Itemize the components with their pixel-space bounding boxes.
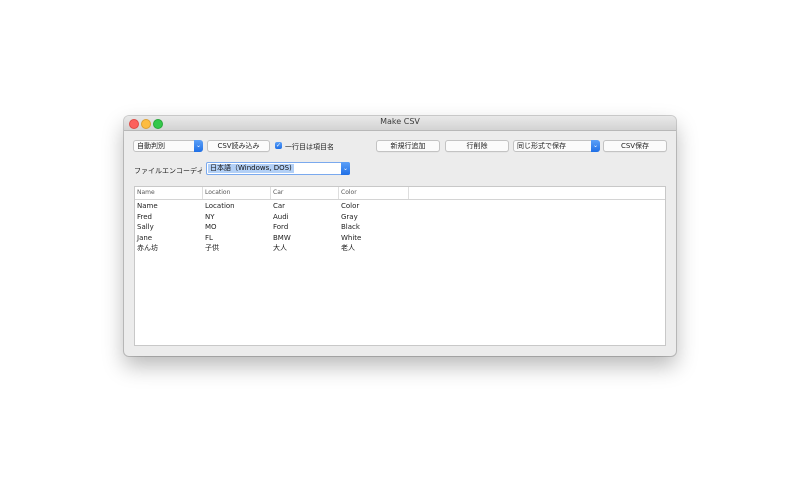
table-cell[interactable]: Black: [339, 222, 360, 232]
table-cell[interactable]: Audi: [271, 212, 289, 222]
table-cell[interactable]: Car: [271, 201, 285, 211]
chevron-down-icon: ⌄: [194, 140, 203, 152]
delete-row-button[interactable]: 行削除: [445, 140, 509, 152]
table-cell[interactable]: Name: [135, 201, 158, 211]
column-header-color[interactable]: Color: [339, 187, 409, 199]
encoding-value: 日本語（Windows, DOS): [208, 164, 294, 173]
table-row[interactable]: 赤ん坊 子供 大人 老人: [135, 243, 665, 253]
column-header-name[interactable]: Name: [135, 187, 203, 199]
table-cell[interactable]: Ford: [271, 222, 288, 232]
table-cell[interactable]: 大人: [271, 243, 287, 253]
table-header: Name Location Car Color: [135, 187, 665, 200]
table-row[interactable]: Fred NY Audi Gray: [135, 212, 665, 222]
header-row-checkbox-label: 一行目は項目名: [285, 143, 334, 151]
window-title: Make CSV: [380, 117, 420, 126]
save-format-popup[interactable]: 同じ形式で保存 ⌄: [513, 140, 600, 152]
chevron-down-icon: ⌄: [341, 162, 350, 175]
table-cell[interactable]: BMW: [271, 233, 291, 243]
encoding-label-colon: :: [200, 165, 203, 173]
table-cell[interactable]: 老人: [339, 243, 355, 253]
add-row-button[interactable]: 新規行追加: [376, 140, 440, 152]
column-header-car[interactable]: Car: [271, 187, 339, 199]
title-bar[interactable]: Make CSV: [124, 116, 676, 131]
table-cell[interactable]: 子供: [203, 243, 219, 253]
detect-encoding-popup[interactable]: 自動判別 ⌄: [133, 140, 203, 152]
csv-table[interactable]: Name Location Car Color Name Location Ca…: [134, 186, 666, 346]
table-cell[interactable]: Fred: [135, 212, 152, 222]
checkmark-icon: ✓: [275, 142, 282, 149]
table-cell[interactable]: Jane: [135, 233, 152, 243]
table-cell[interactable]: Gray: [339, 212, 358, 222]
table-cell[interactable]: 赤ん坊: [135, 243, 158, 253]
encoding-popup[interactable]: 日本語（Windows, DOS) ⌄: [206, 162, 350, 175]
table-cell[interactable]: Color: [339, 201, 359, 211]
csv-read-button[interactable]: CSV読み込み: [207, 140, 270, 152]
table-cell[interactable]: White: [339, 233, 361, 243]
table-cell[interactable]: NY: [203, 212, 215, 222]
table-cell[interactable]: Sally: [135, 222, 154, 232]
table-cell[interactable]: MO: [203, 222, 217, 232]
table-row[interactable]: Name Location Car Color: [135, 201, 665, 211]
table-cell[interactable]: FL: [203, 233, 213, 243]
column-header-location[interactable]: Location: [203, 187, 271, 199]
detect-encoding-value: 自動判別: [137, 142, 165, 150]
header-row-checkbox[interactable]: ✓: [275, 142, 282, 149]
save-format-value: 同じ形式で保存: [517, 142, 566, 150]
table-row[interactable]: Jane FL BMW White: [135, 233, 665, 243]
encoding-label: ファイルエンコーディ: [134, 167, 204, 175]
table-row[interactable]: Sally MO Ford Black: [135, 222, 665, 232]
chevron-down-icon: ⌄: [591, 140, 600, 152]
table-cell[interactable]: Location: [203, 201, 235, 211]
csv-save-button[interactable]: CSV保存: [603, 140, 667, 152]
